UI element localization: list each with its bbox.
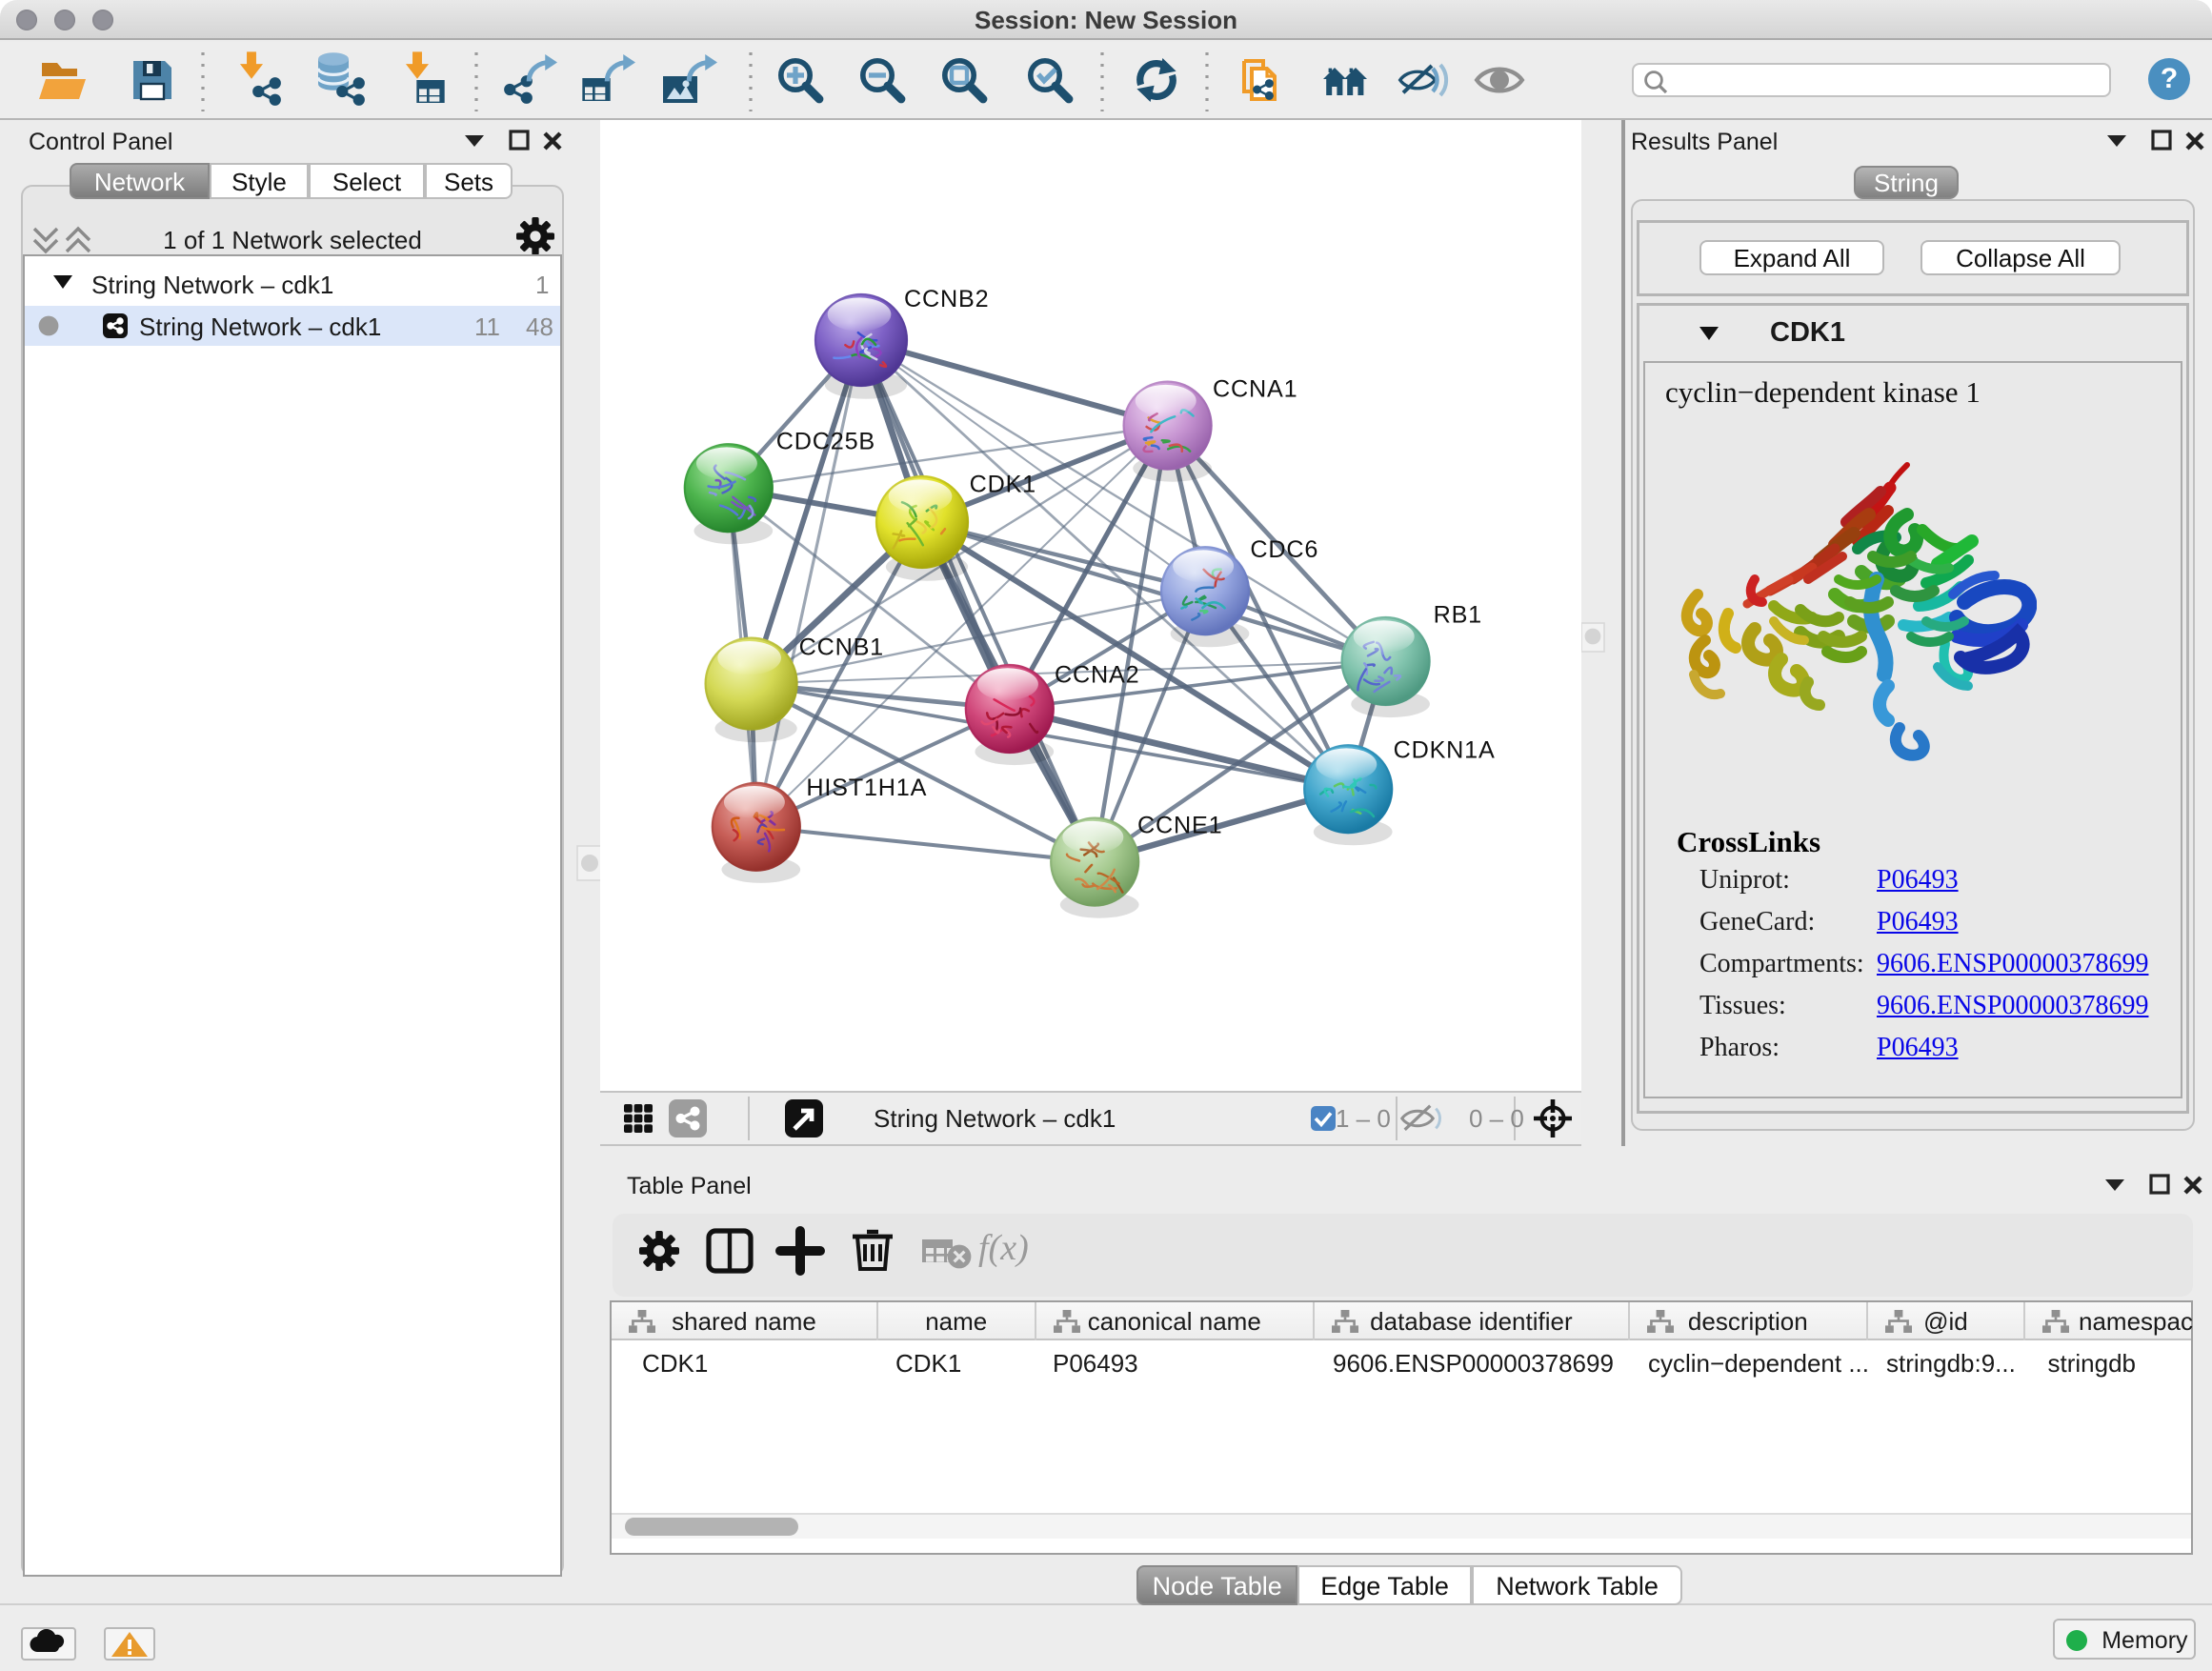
svg-text:HIST1H1A: HIST1H1A [806, 775, 927, 801]
svg-text:CCNA2: CCNA2 [1055, 662, 1139, 689]
svg-text:CDC25B: CDC25B [776, 429, 875, 455]
svg-text:CCNA1: CCNA1 [1213, 375, 1297, 402]
svg-text:CDC6: CDC6 [1250, 536, 1318, 563]
svg-text:CCNB1: CCNB1 [799, 634, 884, 661]
svg-text:CDK1: CDK1 [970, 471, 1036, 497]
svg-text:CDKN1A: CDKN1A [1394, 737, 1496, 764]
svg-text:CCNE1: CCNE1 [1137, 813, 1222, 839]
svg-text:CCNB2: CCNB2 [904, 286, 989, 312]
svg-text:RB1: RB1 [1434, 601, 1482, 628]
